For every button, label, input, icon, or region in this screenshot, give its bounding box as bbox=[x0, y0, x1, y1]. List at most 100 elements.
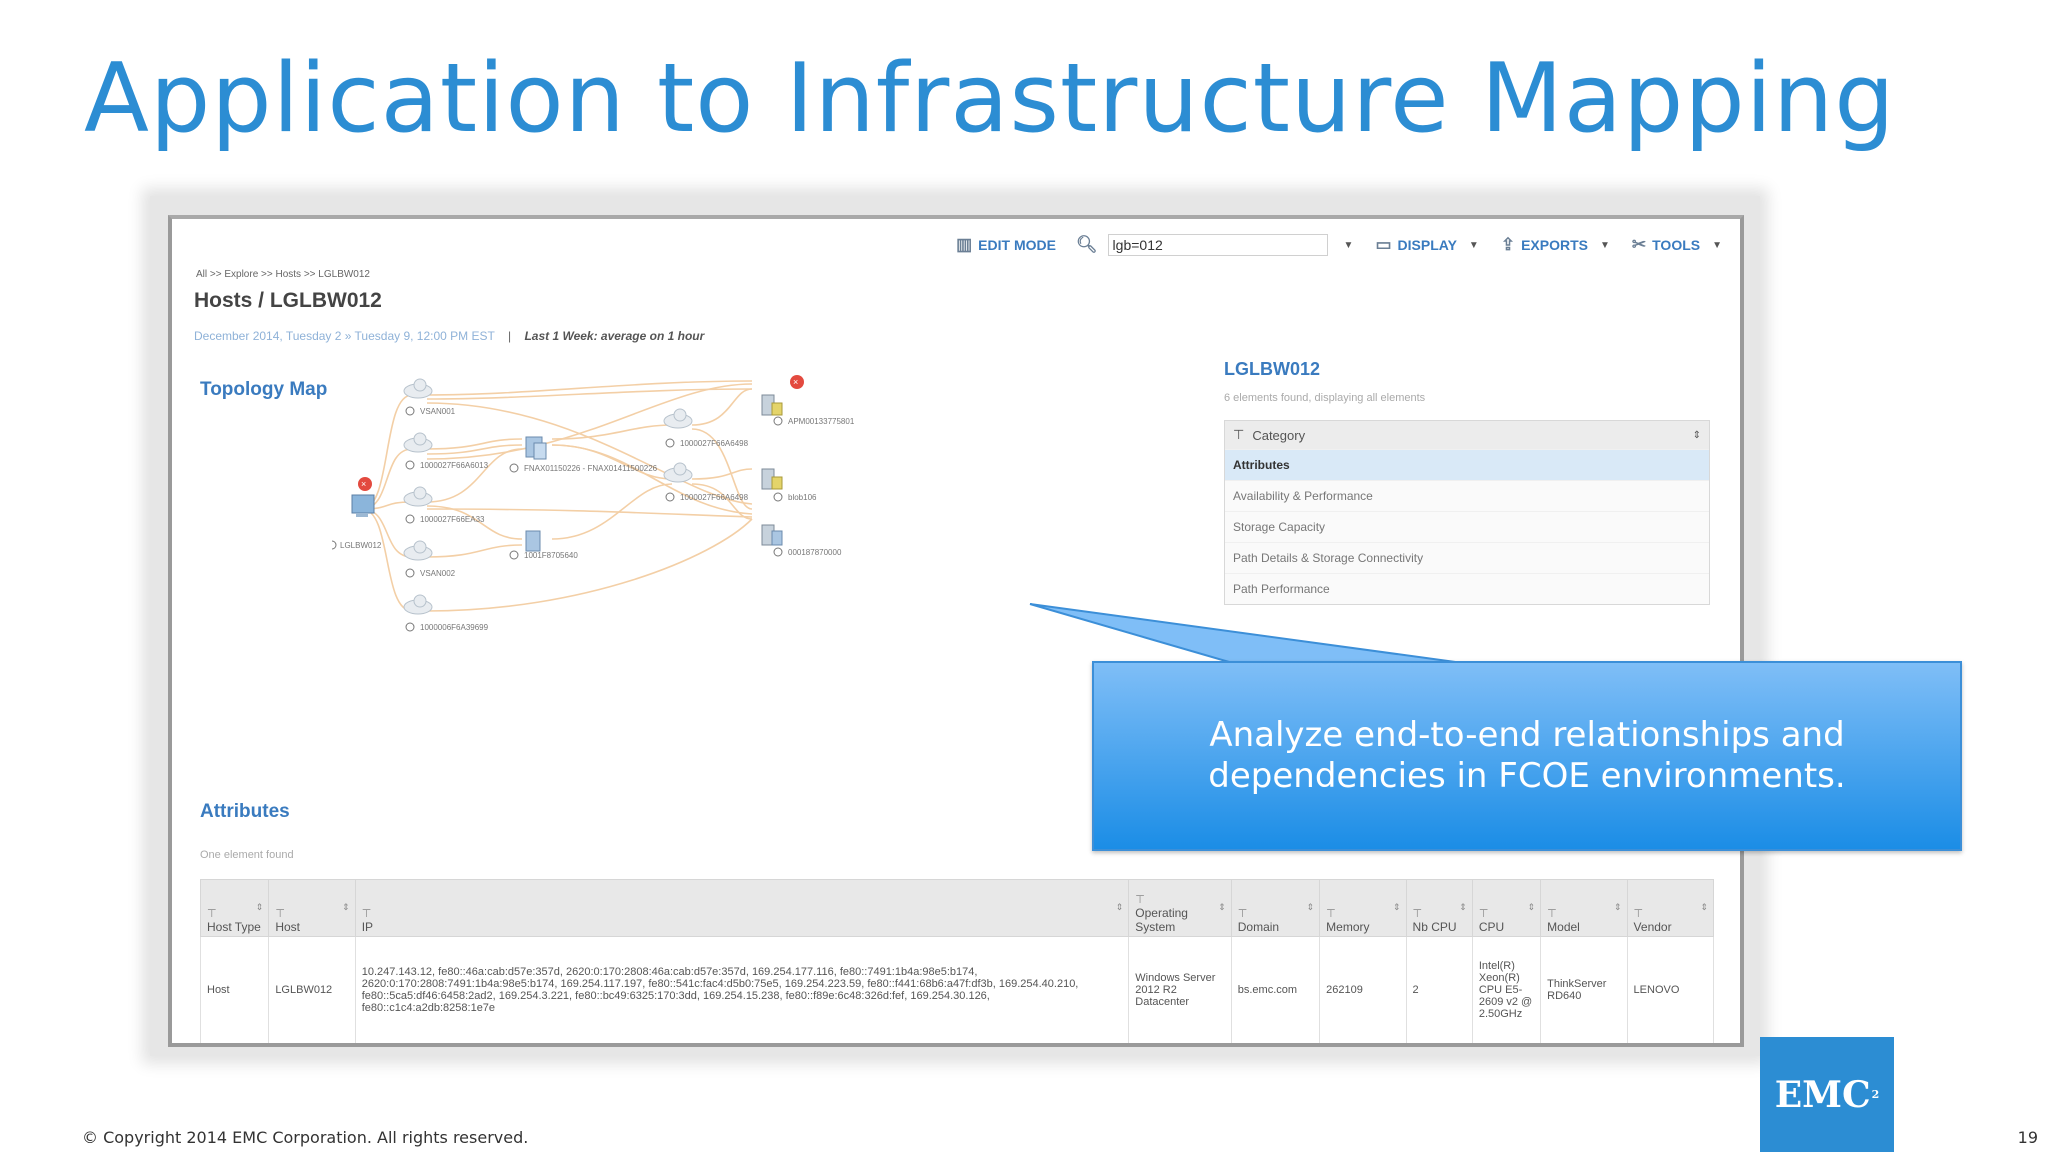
search-dropdown-icon[interactable]: ▼ bbox=[1344, 240, 1354, 251]
category-header-label: Category bbox=[1252, 427, 1306, 443]
sort-icon[interactable]: ⇕ bbox=[1218, 902, 1226, 913]
sort-icon[interactable]: ⇕ bbox=[1393, 902, 1401, 913]
edit-mode-button[interactable]: ▥ EDIT MODE bbox=[956, 235, 1056, 255]
table-cell: Windows Server 2012 R2 Datacenter bbox=[1128, 936, 1232, 1043]
filter-icon[interactable]: ⊤ bbox=[275, 907, 348, 920]
sort-icon[interactable]: ⇕ bbox=[1614, 902, 1622, 913]
topology-map-title: Topology Map bbox=[200, 379, 328, 400]
filter-icon[interactable]: ⊤ bbox=[1634, 907, 1707, 920]
page-heading: Hosts / LGLBW012 bbox=[194, 289, 382, 312]
app-screenshot: ▥ EDIT MODE 🔍︎ ▼ ▭ DISPLAY ▼ ⇪ EXPORTS ▼… bbox=[168, 215, 1744, 1047]
host-node[interactable]: × LGLBW012 bbox=[332, 477, 382, 550]
emc-logo: EMC 2 bbox=[1760, 1037, 1894, 1152]
filter-icon[interactable]: ⊤ bbox=[1413, 907, 1466, 920]
switch-node[interactable]: 1001F8705640 bbox=[524, 530, 578, 560]
date-range-separator: | bbox=[507, 329, 512, 343]
breadcrumb[interactable]: All >> Explore >> Hosts >> LGLBW012 bbox=[196, 269, 370, 280]
category-row[interactable]: Availability & Performance bbox=[1225, 480, 1709, 511]
slide-title: Application to Infrastructure Mapping bbox=[84, 44, 1896, 154]
topology-label: 1001F8705640 bbox=[524, 551, 578, 560]
column-header[interactable]: ⊤ Operating System ⇕ bbox=[1128, 879, 1232, 937]
sort-icon[interactable]: ⇕ bbox=[1528, 902, 1536, 913]
svg-text:×: × bbox=[361, 479, 366, 489]
category-row[interactable]: Path Performance bbox=[1225, 573, 1709, 604]
category-row[interactable]: Path Details & Storage Connectivity bbox=[1225, 542, 1709, 573]
chevron-down-icon: ▼ bbox=[1599, 239, 1610, 251]
search-input[interactable] bbox=[1107, 234, 1328, 256]
sort-icon[interactable]: ⇕ bbox=[1700, 902, 1708, 913]
copyright: © Copyright 2014 EMC Corporation. All ri… bbox=[82, 1128, 529, 1147]
attributes-count: One element found bbox=[200, 849, 294, 861]
cloud-icon[interactable] bbox=[403, 486, 433, 507]
cloud-icon[interactable] bbox=[403, 378, 433, 399]
filter-icon[interactable]: ⊤ bbox=[1238, 907, 1313, 920]
details-count: 6 elements found, displaying all element… bbox=[1224, 392, 1426, 404]
category-row[interactable]: Attributes bbox=[1225, 449, 1709, 480]
callout-box: Analyze end-to-end relationships and dep… bbox=[1092, 661, 1962, 851]
category-column-header[interactable]: ⊤ Category ⇕ bbox=[1225, 421, 1709, 449]
filter-icon[interactable]: ⊤ bbox=[207, 907, 262, 920]
filter-icon[interactable]: ⊤ bbox=[1547, 907, 1620, 920]
edit-mode-label: EDIT MODE bbox=[978, 237, 1056, 253]
topology-label: 1000027F66A6498 bbox=[680, 493, 749, 502]
topology-label: 1000006F6A39699 bbox=[420, 623, 489, 632]
topology-map[interactable]: × LGLBW012 VSAN001 1000027F66A6013 10000… bbox=[332, 359, 1032, 689]
sort-icon[interactable]: ⇕ bbox=[342, 902, 350, 913]
page-number: 19 bbox=[2017, 1128, 2038, 1147]
date-range-dates[interactable]: December 2014, Tuesday 2 » Tuesday 9, 12… bbox=[194, 329, 495, 343]
topology-label: VSAN002 bbox=[420, 569, 456, 578]
toolbar: ▥ EDIT MODE 🔍︎ ▼ ▭ DISPLAY ▼ ⇪ EXPORTS ▼… bbox=[956, 231, 1722, 259]
cloud-icon[interactable] bbox=[403, 540, 433, 561]
column-header[interactable]: ⊤ IP ⇕ bbox=[354, 879, 1130, 937]
column-header[interactable]: ⊤ Domain ⇕ bbox=[1230, 879, 1321, 937]
array-node[interactable]: blob106 bbox=[761, 468, 817, 502]
table-row[interactable]: Host LGLBW012 10.247.143.12, fe80::46a:c… bbox=[199, 936, 1715, 1043]
callout-text: Analyze end-to-end relationships and dep… bbox=[1208, 715, 1846, 796]
topology-label: 1000027F66A6013 bbox=[420, 461, 489, 470]
tools-menu[interactable]: ✂ TOOLS ▼ bbox=[1632, 235, 1722, 255]
date-range-period[interactable]: Last 1 Week: average on 1 hour bbox=[524, 329, 704, 343]
topology-label: 1000027F66A6498 bbox=[680, 439, 749, 448]
filter-icon[interactable]: ⊤ bbox=[1326, 907, 1399, 920]
exports-menu[interactable]: ⇪ EXPORTS ▼ bbox=[1501, 235, 1622, 255]
cloud-icon[interactable] bbox=[403, 594, 433, 615]
column-header[interactable]: ⊤ Host ⇕ bbox=[268, 879, 356, 937]
topology-label: blob106 bbox=[788, 493, 817, 502]
topology-label: APM00133775801 bbox=[788, 417, 855, 426]
topology-label: LGLBW012 bbox=[340, 541, 382, 550]
column-header[interactable]: ⊤ Nb CPU ⇕ bbox=[1405, 879, 1473, 937]
details-panel: LGLBW012 6 elements found, displaying al… bbox=[1224, 359, 1714, 605]
sort-icon[interactable]: ⇕ bbox=[1116, 902, 1124, 913]
topology-label: FNAX01150226 - FNAX01411500226 bbox=[524, 464, 658, 473]
exports-label: EXPORTS bbox=[1521, 237, 1588, 253]
sort-icon[interactable]: ⇕ bbox=[1693, 430, 1701, 441]
column-header[interactable]: ⊤ Model ⇕ bbox=[1540, 879, 1628, 937]
cloud-icon[interactable] bbox=[403, 432, 433, 453]
table-cell: bs.emc.com bbox=[1230, 936, 1321, 1043]
wrench-icon: ✂ bbox=[1631, 235, 1647, 254]
topology-label: VSAN001 bbox=[420, 407, 456, 416]
column-header[interactable]: ⊤ CPU ⇕ bbox=[1471, 879, 1542, 937]
attributes-table: ⊤ Host Type ⇕ ⊤ Host ⇕ ⊤ IP ⇕ ⊤ Operating Syste… bbox=[199, 879, 1715, 1043]
display-label: DISPLAY bbox=[1397, 237, 1457, 253]
switch-node[interactable]: FNAX01150226 - FNAX01411500226 bbox=[524, 436, 658, 473]
category-row[interactable]: Storage Capacity bbox=[1225, 511, 1709, 542]
filter-icon[interactable]: ⊤ bbox=[1233, 427, 1244, 443]
display-menu[interactable]: ▭ DISPLAY ▼ bbox=[1375, 235, 1490, 255]
filter-icon[interactable]: ⊤ bbox=[362, 907, 1123, 920]
table-cell: 262109 bbox=[1319, 936, 1407, 1043]
table-cell: LENOVO bbox=[1626, 936, 1715, 1043]
cloud-icon[interactable] bbox=[663, 408, 693, 429]
filter-icon[interactable]: ⊤ bbox=[1479, 907, 1534, 920]
filter-icon[interactable]: ⊤ bbox=[1135, 893, 1224, 906]
table-cell: 10.247.143.12, fe80::46a:cab:d57e:357d, … bbox=[354, 936, 1130, 1043]
sort-icon[interactable]: ⇕ bbox=[256, 902, 264, 913]
cloud-icon[interactable] bbox=[663, 462, 693, 483]
column-header[interactable]: ⊤ Memory ⇕ bbox=[1319, 879, 1407, 937]
column-header[interactable]: ⊤ Host Type ⇕ bbox=[199, 879, 270, 937]
sort-icon[interactable]: ⇕ bbox=[1307, 902, 1315, 913]
column-header[interactable]: ⊤ Vendor ⇕ bbox=[1626, 879, 1715, 937]
sort-icon[interactable]: ⇕ bbox=[1459, 902, 1467, 913]
table-cell: Intel(R) Xeon(R) CPU E5-2609 v2 @ 2.50GH… bbox=[1471, 936, 1542, 1043]
monitor-icon: ▭ bbox=[1375, 235, 1392, 254]
